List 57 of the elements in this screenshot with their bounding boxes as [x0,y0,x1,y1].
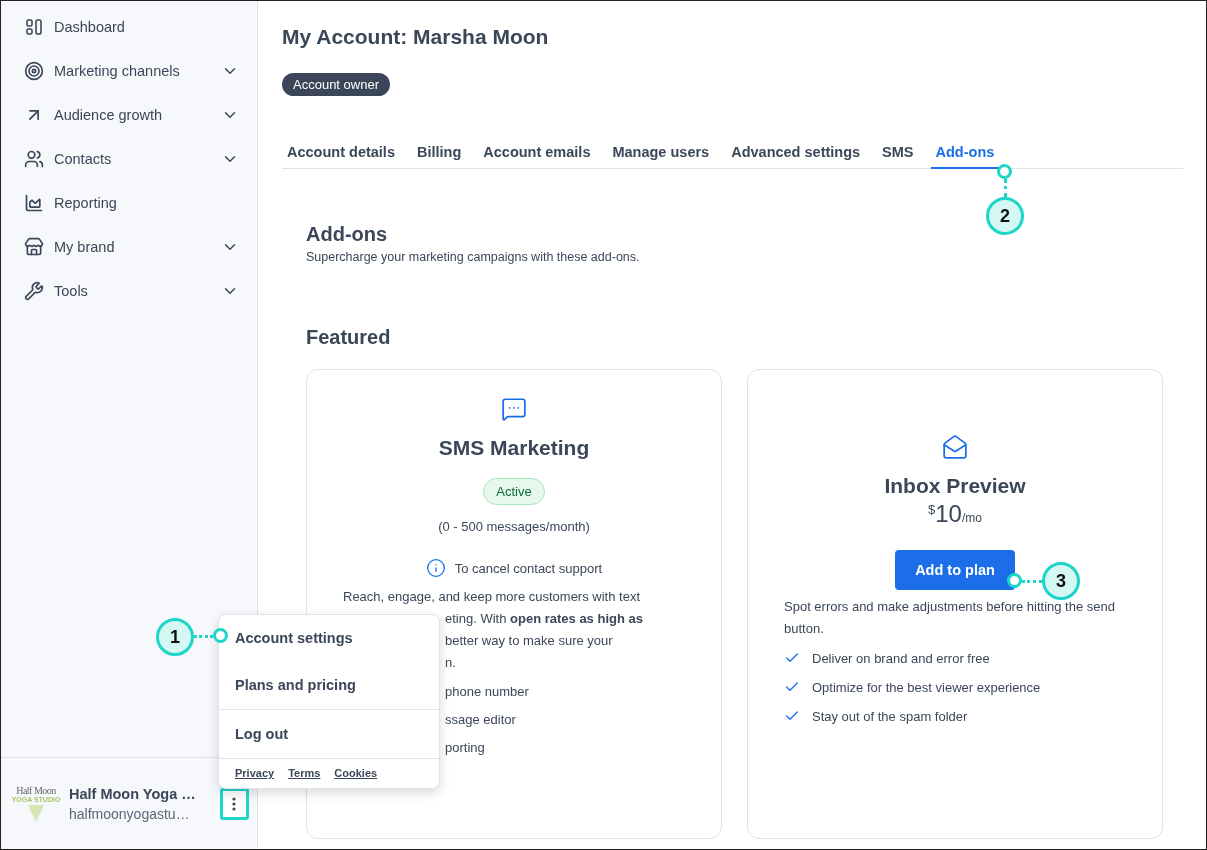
status-badge: Active [483,478,545,505]
description-text: eting. With open rates as high as [444,610,644,628]
callout-number: 2 [986,197,1024,235]
tab[interactable]: SMS [877,140,919,169]
people-icon [24,149,44,169]
feature-text: Deliver on brand and error free [812,650,990,666]
callout-number: 3 [1042,562,1080,600]
nav-item[interactable]: Marketing channels [1,49,257,93]
nav-item[interactable]: Audience growth [1,93,257,137]
envelope-icon [942,434,968,460]
feature-text: porting [444,740,485,755]
footer-link[interactable]: Cookies [334,767,378,779]
role-badge: Account owner [282,73,390,96]
feature-text: ssage editor [444,712,516,727]
nav-item[interactable]: Reporting [1,181,257,225]
tab[interactable]: Billing [411,140,467,169]
wrench-icon [24,281,44,301]
menu-item[interactable]: Plans and pricing [219,661,439,709]
nav-item[interactable]: Contacts [1,137,257,181]
tab[interactable]: Advanced settings [726,140,866,169]
info-icon [425,558,446,578]
usage-text: (0 - 500 messages/month) [438,519,590,534]
callout-dot [997,164,1012,179]
tab[interactable]: Manage users [607,140,715,169]
section-subtitle: Supercharge your marketing campaigns with these add-ons. [306,250,641,264]
nav-item[interactable]: Dashboard [1,5,257,49]
account-email: halfmoonyogastu… [69,805,191,822]
description-text: Reach, engage, and keep more customers with text [343,588,641,606]
featured-title: Featured [306,326,392,349]
description-text: n. [444,654,457,672]
nav-item[interactable]: Tools [1,269,257,313]
note-text: To cancel contact support [454,560,603,576]
account-name: Half Moon Yoga … [69,785,197,802]
feature-text: Stay out of the spam folder [812,708,968,724]
feature-text: Optimize for the best viewer experience [812,679,1041,695]
card-title: SMS Marketing [438,436,590,460]
price: $10/mo [928,500,982,528]
target-icon [24,61,44,81]
page-title: My Account: Marsha Moon [282,25,550,49]
tab[interactable]: Account emails [478,140,596,169]
kebab-icon [232,796,237,811]
tab[interactable]: Account details [282,140,400,169]
nav-item[interactable]: My brand [1,225,257,269]
dashboard-icon [25,18,43,36]
footer-link[interactable]: Terms [288,767,321,779]
card-title: Inbox Preview [884,474,1026,498]
add-to-plan-button[interactable]: Add to plan [895,550,1015,590]
chat-icon [501,396,527,422]
footer-link[interactable]: Privacy [235,767,275,779]
menu-item[interactable]: Account settings [219,615,439,661]
chart-icon [24,193,44,213]
description-text: Spot errors and make adjustments before hitting the send button. [784,598,1116,638]
section-title: Add-ons [306,223,388,246]
store-icon [24,237,44,257]
menu-item[interactable]: Log out [219,710,439,758]
more-button[interactable] [219,787,249,820]
tab[interactable]: Add-ons [930,140,1000,169]
